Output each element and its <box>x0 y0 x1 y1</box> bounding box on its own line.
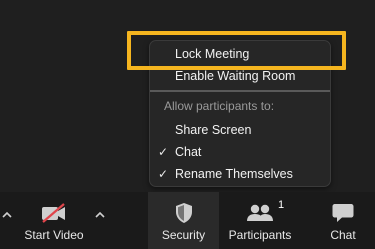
security-label: Security <box>161 228 206 242</box>
lock-meeting-highlight <box>127 31 346 70</box>
participants-button[interactable]: 1 Participants <box>224 192 296 249</box>
chevron-up-icon[interactable] <box>0 208 14 222</box>
meeting-toolbar: Start Video Security 1 Participants Chat <box>0 192 375 249</box>
menu-item-label: Rename Themselves <box>175 167 293 181</box>
chat-button[interactable]: Chat <box>316 192 370 249</box>
chevron-up-icon[interactable] <box>93 208 107 222</box>
chat-bubble-icon <box>332 204 354 222</box>
participants-icon <box>247 204 273 221</box>
checkmark-icon: ✓ <box>158 145 169 159</box>
security-button[interactable]: Security <box>148 192 219 249</box>
video-off-icon <box>42 203 65 223</box>
start-video-label: Start Video <box>24 228 84 242</box>
checkmark-icon: ✓ <box>158 167 169 181</box>
meeting-window: Lock Meeting Enable Waiting Room Allow p… <box>0 0 375 249</box>
menu-section-title: Allow participants to: <box>164 99 275 113</box>
chat-label: Chat <box>330 228 356 242</box>
menu-item-label: Share Screen <box>175 123 252 137</box>
shield-icon <box>175 203 192 223</box>
menu-divider <box>150 90 330 92</box>
menu-item-chat[interactable]: ✓ Chat <box>150 142 330 162</box>
menu-item-rename-themselves[interactable]: ✓ Rename Themselves <box>150 164 330 184</box>
participants-label: Participants <box>228 228 292 242</box>
start-video-button[interactable]: Start Video <box>15 192 93 249</box>
participants-count-badge: 1 <box>278 199 285 211</box>
menu-item-share-screen[interactable]: Share Screen <box>150 120 330 140</box>
menu-item-label: Chat <box>175 145 202 159</box>
